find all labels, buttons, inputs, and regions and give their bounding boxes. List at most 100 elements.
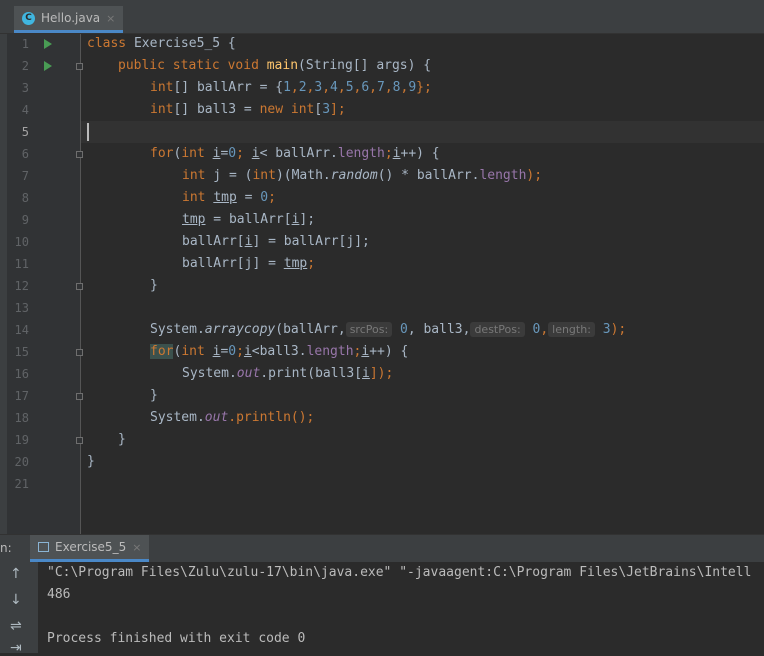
soft-wrap-icon[interactable]: ⇌: [10, 618, 22, 634]
fold-icon[interactable]: [76, 349, 83, 356]
code-line-17: }: [150, 385, 158, 407]
number: 7: [377, 80, 385, 95]
code-text: Exercise5_5 {: [126, 36, 236, 51]
keyword: class: [87, 36, 127, 51]
number: 0: [400, 322, 408, 337]
run-tool-window-header: n: Exercise5_5 ×: [0, 534, 764, 562]
field: length: [479, 168, 527, 183]
comma: ,: [369, 80, 377, 95]
comma: ,: [337, 80, 346, 95]
code-text: < ballArr.: [259, 146, 338, 161]
variable: tmp: [213, 190, 237, 205]
number: 0: [228, 344, 237, 359]
code-text: = ballArr[: [205, 212, 292, 227]
code-text: );: [610, 322, 627, 337]
code-line-10: ballArr[i] = ballArr[j];: [182, 231, 370, 253]
code-text: ++) {: [369, 344, 409, 359]
variable: i: [243, 344, 252, 359]
code-text: ballArr[j] =: [182, 256, 284, 271]
parameter-hint: srcPos:: [345, 322, 393, 337]
code-text: .println();: [228, 410, 315, 425]
text-caret: [87, 123, 89, 141]
keyword: int: [150, 80, 174, 95]
line-number: 21: [14, 477, 29, 491]
code-text: ;: [268, 190, 276, 205]
variable: tmp: [182, 212, 206, 227]
variable: i: [251, 146, 260, 161]
scroll-down-icon[interactable]: ↓: [10, 592, 22, 608]
code-text: ] = ballArr[j];: [252, 234, 370, 249]
fold-icon[interactable]: [76, 437, 83, 444]
code-text: [] ballArr = {: [173, 80, 284, 95]
tab-exercise5-5[interactable]: Exercise5_5 ×: [30, 535, 150, 562]
close-icon[interactable]: ×: [106, 12, 115, 25]
method-name: arraycopy: [204, 322, 276, 337]
line-number: 12: [14, 279, 29, 293]
line-number: 5: [21, 125, 29, 139]
method-name: main: [266, 58, 299, 73]
line-number: 2: [21, 59, 29, 73]
keyword: int: [252, 168, 276, 183]
method-name: random: [330, 168, 378, 183]
fold-icon[interactable]: [76, 393, 83, 400]
line-number: 8: [21, 191, 29, 205]
line-number: 9: [21, 213, 29, 227]
code-line-15: for(int i=0;i<ball3.length;i++) {: [150, 341, 408, 363]
field: length: [306, 344, 354, 359]
variable: tmp: [283, 256, 308, 271]
number: 0: [228, 146, 237, 161]
run-main-icon[interactable]: [44, 61, 52, 71]
fold-icon[interactable]: [76, 151, 83, 158]
fold-icon[interactable]: [76, 283, 83, 290]
code-text: <ball3.: [251, 344, 307, 359]
line-number: 17: [14, 389, 29, 403]
code-text: ;: [384, 146, 393, 161]
code-text: (ballArr,: [275, 322, 346, 337]
line-number: 16: [14, 367, 29, 381]
console-icon: [38, 542, 49, 552]
console-toolbar: ↑ ↓ ⇌ ⇥: [0, 562, 38, 656]
comma: ,: [322, 80, 331, 95]
fold-icon[interactable]: [76, 63, 83, 70]
run-class-icon[interactable]: [44, 39, 52, 49]
code-line-9: tmp = ballArr[i];: [182, 209, 315, 231]
tab-hello-java[interactable]: C Hello.java ×: [14, 6, 124, 33]
code-text: System.: [150, 410, 205, 425]
line-number: 13: [14, 301, 29, 315]
console-output[interactable]: "C:\Program Files\Zulu\zulu-17\bin\java.…: [38, 562, 764, 653]
code-text: };: [416, 80, 432, 95]
keyword: int: [150, 102, 174, 117]
keyword: for: [150, 146, 174, 161]
java-class-icon: C: [22, 11, 35, 25]
line-number: 4: [21, 103, 29, 117]
code-text: }: [118, 432, 126, 447]
code-text: ];: [299, 212, 316, 227]
code-text: j = (: [205, 168, 253, 183]
code-line-18: System.out.println();: [150, 407, 314, 429]
scroll-up-icon[interactable]: ↑: [10, 566, 22, 582]
line-number: 14: [14, 323, 29, 337]
scroll-to-end-icon[interactable]: ⇥: [10, 640, 22, 656]
number: 5: [345, 80, 354, 95]
code-text: ballArr[: [182, 234, 245, 249]
number: 0: [260, 190, 269, 205]
code-text: , ball3,: [407, 322, 471, 337]
number: 2: [298, 80, 307, 95]
code-line-11: ballArr[j] = tmp;: [182, 253, 315, 275]
comma: ,: [290, 80, 299, 95]
code-text: }: [87, 454, 95, 469]
line-number: 6: [21, 147, 29, 161]
code-line-12: }: [150, 275, 158, 297]
close-icon[interactable]: ×: [132, 541, 141, 554]
code-line-20: }: [87, 451, 95, 473]
code-line-7: int j = (int)(Math.random() * ballArr.le…: [182, 165, 542, 187]
field: out: [204, 410, 229, 425]
field: out: [236, 366, 261, 381]
code-line-4: int[] ball3 = new int[3];: [150, 99, 346, 121]
console-line: "C:\Program Files\Zulu\zulu-17\bin\java.…: [47, 565, 752, 580]
